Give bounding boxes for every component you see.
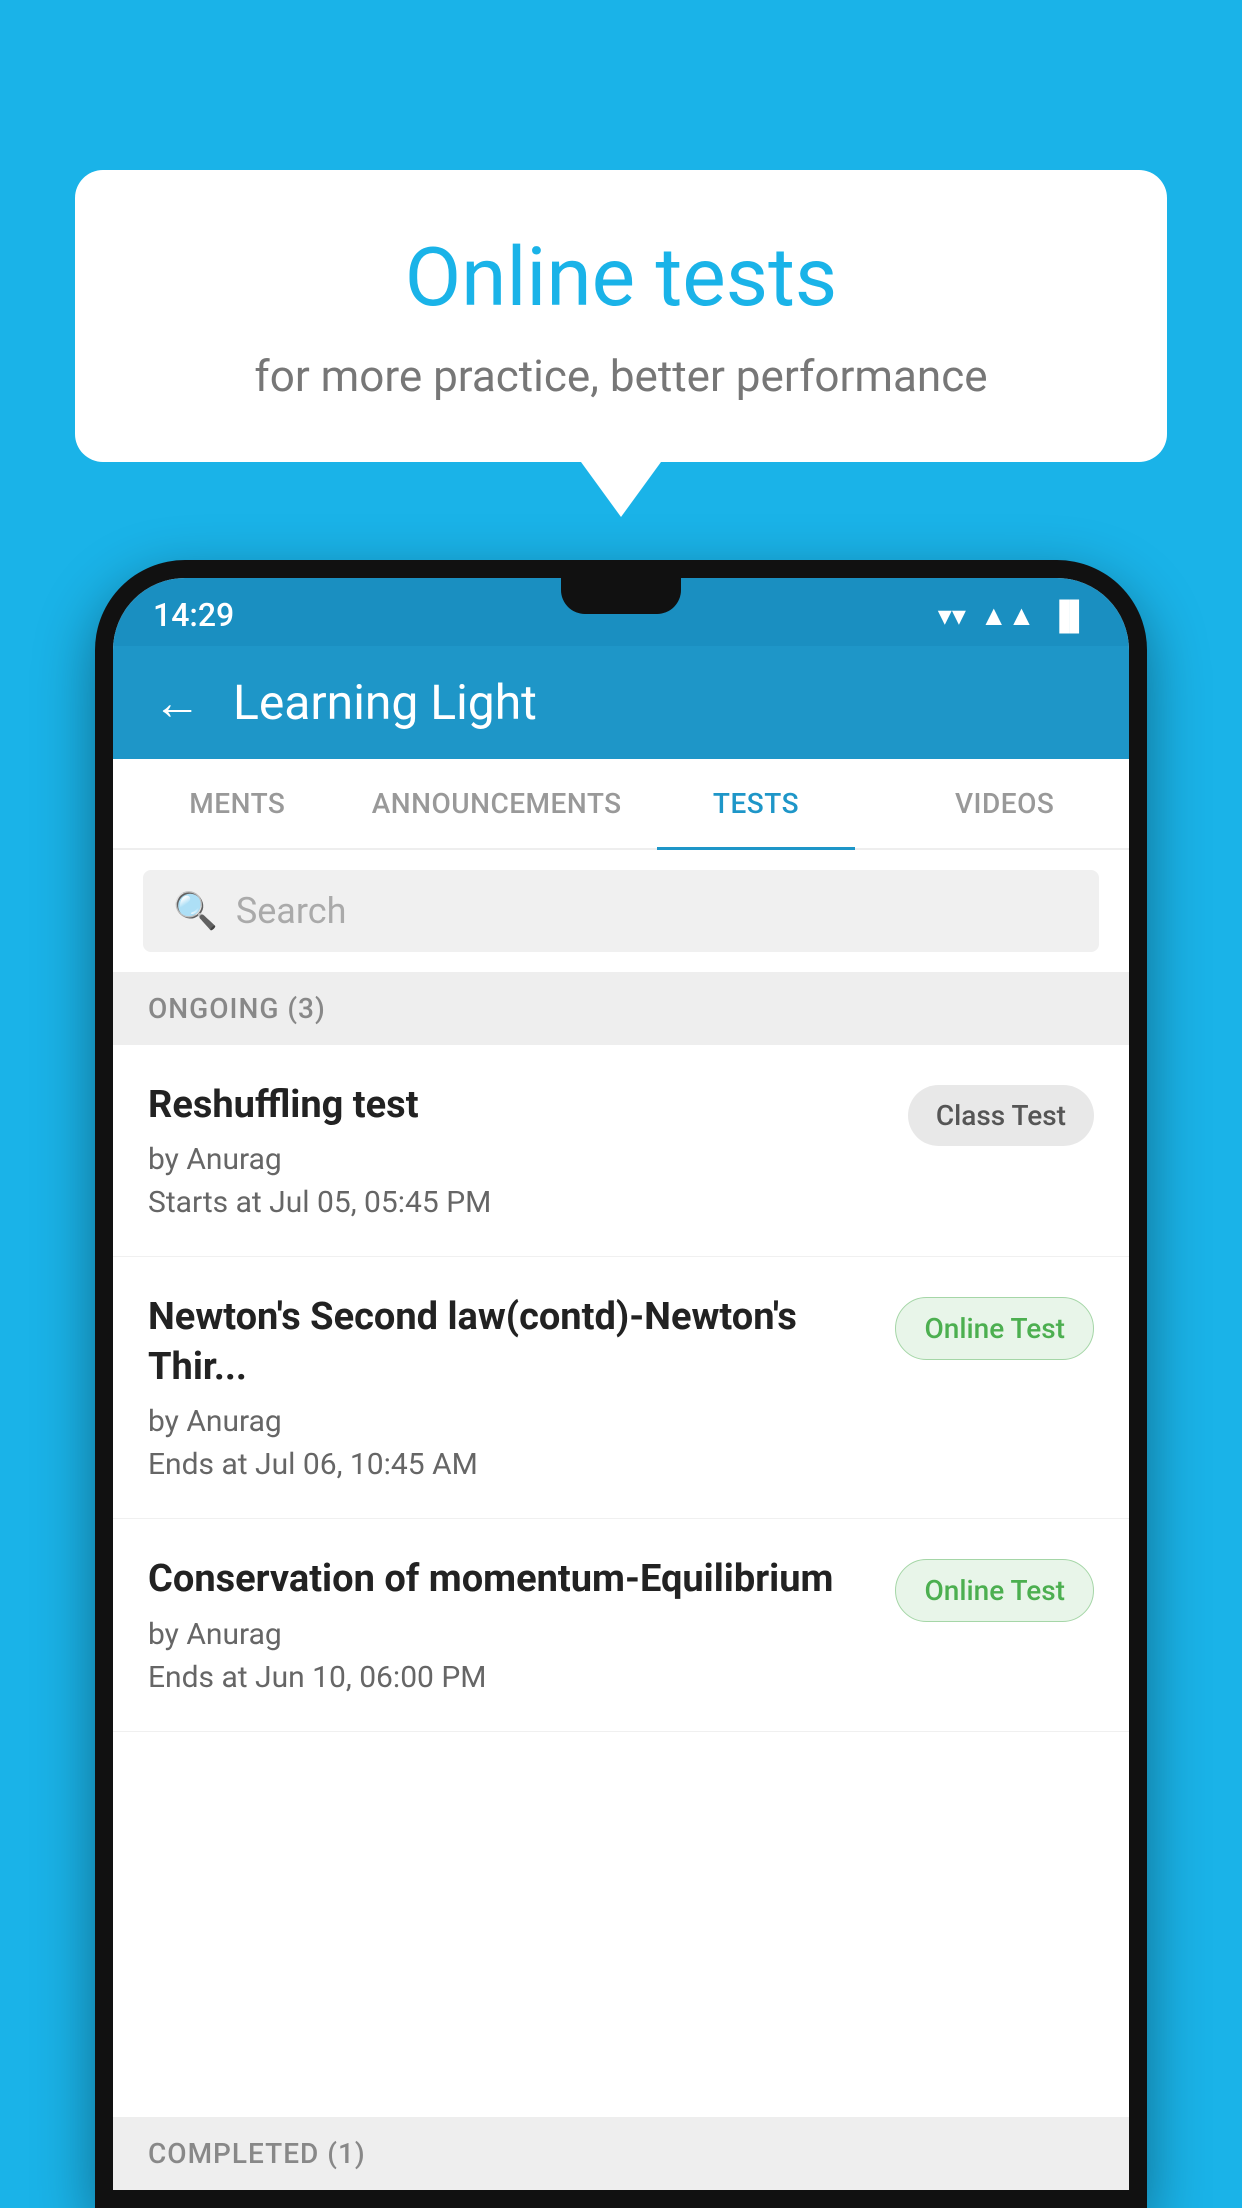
status-time: 14:29 xyxy=(153,596,234,634)
bubble-subtitle: for more practice, better performance xyxy=(155,350,1087,402)
tab-assignments[interactable]: MENTS xyxy=(113,759,362,848)
search-container: 🔍 Search xyxy=(113,850,1129,972)
battery-icon: ▐▌ xyxy=(1049,599,1089,632)
phone-frame: 14:29 ▾▾ ▲▲ ▐▌ ← Learning Light MENTS AN… xyxy=(95,560,1147,2208)
app-bar: ← Learning Light xyxy=(113,646,1129,759)
back-button[interactable]: ← xyxy=(153,674,201,731)
phone-screen: 14:29 ▾▾ ▲▲ ▐▌ ← Learning Light MENTS AN… xyxy=(113,578,1129,2190)
bubble-title: Online tests xyxy=(155,230,1087,326)
test-info-2: Newton's Second law(contd)-Newton's Thir… xyxy=(148,1293,875,1482)
search-icon: 🔍 xyxy=(173,890,218,932)
test-date-3: Ends at Jun 10, 06:00 PM xyxy=(148,1660,875,1695)
wifi-icon: ▾▾ xyxy=(938,599,966,632)
test-date-1: Starts at Jul 05, 05:45 PM xyxy=(148,1185,888,1220)
tab-tests[interactable]: TESTS xyxy=(632,759,881,848)
ongoing-section-header: ONGOING (3) xyxy=(113,972,1129,1045)
phone-notch xyxy=(561,578,681,614)
test-author-2: by Anurag xyxy=(148,1404,875,1439)
search-input-placeholder[interactable]: Search xyxy=(236,890,347,932)
test-name-3: Conservation of momentum-Equilibrium xyxy=(148,1555,875,1604)
test-name-1: Reshuffling test xyxy=(148,1081,888,1130)
tab-videos[interactable]: VIDEOS xyxy=(880,759,1129,848)
signal-icon: ▲▲ xyxy=(980,599,1035,632)
test-info-1: Reshuffling test by Anurag Starts at Jul… xyxy=(148,1081,888,1220)
test-badge-1: Class Test xyxy=(908,1085,1094,1146)
speech-bubble: Online tests for more practice, better p… xyxy=(75,170,1167,462)
app-bar-title: Learning Light xyxy=(233,674,537,731)
status-icons: ▾▾ ▲▲ ▐▌ xyxy=(938,599,1089,632)
test-list: Reshuffling test by Anurag Starts at Jul… xyxy=(113,1045,1129,2117)
test-info-3: Conservation of momentum-Equilibrium by … xyxy=(148,1555,875,1694)
test-author-3: by Anurag xyxy=(148,1617,875,1652)
tab-announcements[interactable]: ANNOUNCEMENTS xyxy=(362,759,632,848)
test-item-2[interactable]: Newton's Second law(contd)-Newton's Thir… xyxy=(113,1257,1129,1519)
search-box[interactable]: 🔍 Search xyxy=(143,870,1099,952)
test-date-2: Ends at Jul 06, 10:45 AM xyxy=(148,1447,875,1482)
test-name-2: Newton's Second law(contd)-Newton's Thir… xyxy=(148,1293,875,1392)
completed-section-header: COMPLETED (1) xyxy=(113,2117,1129,2190)
test-badge-3: Online Test xyxy=(895,1559,1094,1622)
test-author-1: by Anurag xyxy=(148,1142,888,1177)
test-item-1[interactable]: Reshuffling test by Anurag Starts at Jul… xyxy=(113,1045,1129,1257)
test-item-3[interactable]: Conservation of momentum-Equilibrium by … xyxy=(113,1519,1129,1731)
test-badge-2: Online Test xyxy=(895,1297,1094,1360)
tab-bar: MENTS ANNOUNCEMENTS TESTS VIDEOS xyxy=(113,759,1129,850)
